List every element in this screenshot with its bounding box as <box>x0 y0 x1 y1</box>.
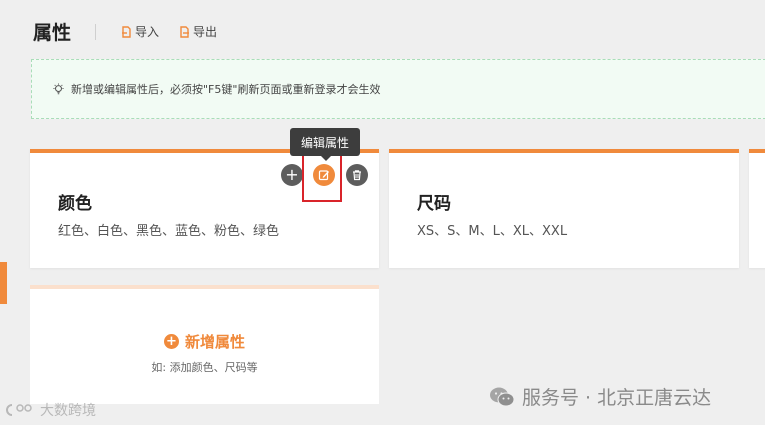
export-button[interactable]: 导出 <box>178 23 217 40</box>
watermark-left: 大数跨境 <box>6 400 96 420</box>
export-icon <box>180 25 189 38</box>
add-attribute-card[interactable]: + 新增属性 如: 添加颜色、尺码等 <box>30 285 379 404</box>
attribute-card-partial[interactable] <box>749 149 765 268</box>
add-attribute-label: 新增属性 <box>184 333 245 351</box>
notice-banner: 新增或编辑属性后，必须按"F5键"刷新页面或重新登录才会生效 <box>31 59 765 119</box>
lightbulb-icon <box>53 82 64 94</box>
import-label: 导入 <box>135 25 160 39</box>
header-divider <box>95 24 96 40</box>
watermark-right-text: 服务号 · 北京正唐云达 <box>522 387 712 409</box>
wechat-icon <box>490 387 515 406</box>
edit-icon <box>318 170 329 181</box>
import-button[interactable]: 导入 <box>120 23 159 40</box>
export-label: 导出 <box>193 25 218 39</box>
attribute-name: 尺码 <box>417 194 451 214</box>
import-icon <box>122 25 131 38</box>
add-circle-icon: + <box>163 334 179 349</box>
edit-attribute-button[interactable] <box>313 164 335 186</box>
plus-icon: + <box>285 165 299 184</box>
brand-logo-icon <box>6 404 32 416</box>
attribute-card-size[interactable]: 尺码 XS、S、M、L、XL、XXL <box>389 149 739 268</box>
attribute-values: XS、S、M、L、XL、XXL <box>417 224 568 239</box>
page-header: 属性 导入 导出 <box>0 0 765 56</box>
add-value-button[interactable]: + <box>281 164 303 186</box>
add-attribute-line: + 新增属性 <box>30 331 379 352</box>
trash-icon <box>353 170 361 181</box>
page-title: 属性 <box>33 22 72 44</box>
tooltip: 编辑属性 <box>290 128 360 161</box>
delete-attribute-button[interactable] <box>346 164 368 186</box>
add-attribute-hint: 如: 添加颜色、尺码等 <box>151 361 258 374</box>
watermark-right: 服务号 · 北京正唐云达 <box>488 383 711 410</box>
left-scroll-indicator[interactable] <box>0 262 7 304</box>
attribute-name: 颜色 <box>58 194 92 214</box>
attribute-values: 红色、白色、黑色、蓝色、粉色、绿色 <box>58 224 280 239</box>
watermark-left-text: 大数跨境 <box>40 403 96 419</box>
notice-text: 新增或编辑属性后，必须按"F5键"刷新页面或重新登录才会生效 <box>71 83 381 96</box>
